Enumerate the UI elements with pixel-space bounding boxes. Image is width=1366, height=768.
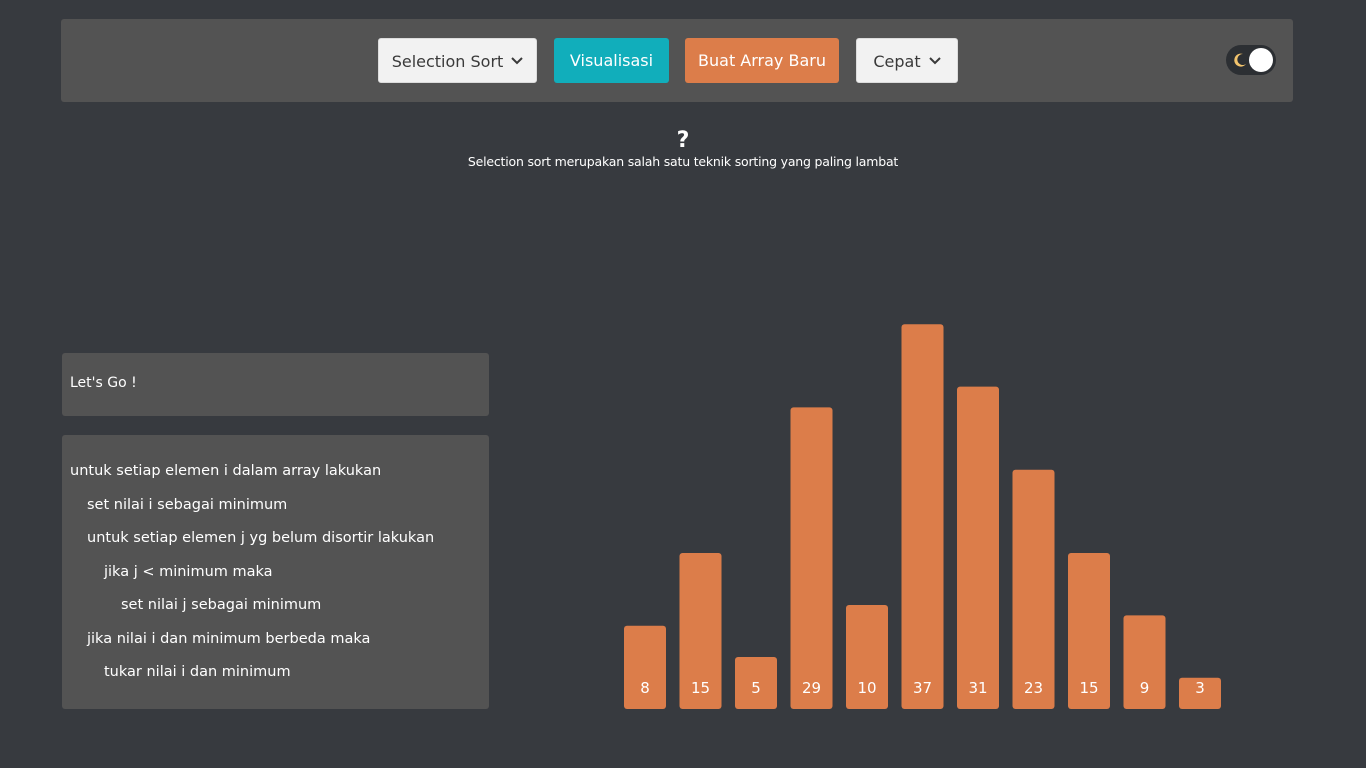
algorithm-select-label: Selection Sort — [391, 52, 504, 71]
chevron-down-icon — [928, 56, 941, 64]
pseudocode-line: set nilai j sebagai minimum — [121, 597, 322, 613]
pseudocode-line: tukar nilai i dan minimum — [104, 664, 291, 680]
array-bar — [957, 386, 999, 709]
theme-toggle[interactable] — [1226, 45, 1276, 75]
pseudocode-line: jika j < minimum maka — [104, 563, 273, 580]
algorithm-select[interactable]: Selection Sort — [378, 38, 537, 83]
array-bar — [1012, 469, 1055, 709]
speed-select-label: Cepat — [873, 52, 921, 71]
algorithm-description: Selection sort merupakan salah satu tekn… — [467, 154, 899, 169]
chevron-down-icon — [511, 56, 524, 64]
bar-value-label: 29 — [802, 679, 821, 697]
bar-value-label: 5 — [751, 679, 761, 697]
bar-value-label: 15 — [1079, 679, 1098, 697]
bar-value-label: 8 — [640, 679, 650, 697]
new-array-button-label: Buat Array Baru — [698, 51, 826, 70]
bar-value-label: 9 — [1140, 679, 1150, 697]
moon-icon — [1234, 53, 1246, 67]
status-panel: Let's Go ! — [62, 353, 489, 416]
array-bar — [790, 407, 833, 709]
bar-value-label: 15 — [691, 679, 710, 697]
bar-value-label: 23 — [1024, 679, 1043, 697]
toggle-knob — [1249, 48, 1273, 72]
array-bar — [901, 324, 944, 709]
status-message: Let's Go ! — [70, 375, 137, 391]
pseudocode-line: jika nilai i dan minimum berbeda maka — [87, 630, 371, 647]
bar-value-label: 3 — [1195, 679, 1205, 697]
visualize-button[interactable]: Visualisasi — [554, 38, 669, 83]
speed-select[interactable]: Cepat — [856, 38, 958, 83]
bar-value-label: 10 — [857, 679, 876, 697]
pseudocode-line: set nilai i sebagai minimum — [87, 496, 288, 513]
top-navbar: Selection Sort Visualisasi Buat Array Ba… — [61, 19, 1293, 102]
pseudocode-line: untuk setiap elemen j yg belum disortir … — [87, 530, 435, 546]
bar-value-label: 31 — [968, 679, 987, 697]
array-bar-chart: 8 15 5 29 10 37 31 23 15 9 3 — [624, 324, 1221, 709]
new-array-button[interactable]: Buat Array Baru — [685, 38, 839, 83]
help-icon[interactable]: ? — [0, 128, 1366, 153]
bar-value-label: 37 — [913, 679, 932, 697]
pseudocode-line: untuk setiap elemen i dalam array lakuka… — [70, 463, 382, 479]
visualize-button-label: Visualisasi — [569, 51, 654, 70]
pseudocode-panel: untuk setiap elemen i dalam array lakuka… — [62, 435, 489, 709]
